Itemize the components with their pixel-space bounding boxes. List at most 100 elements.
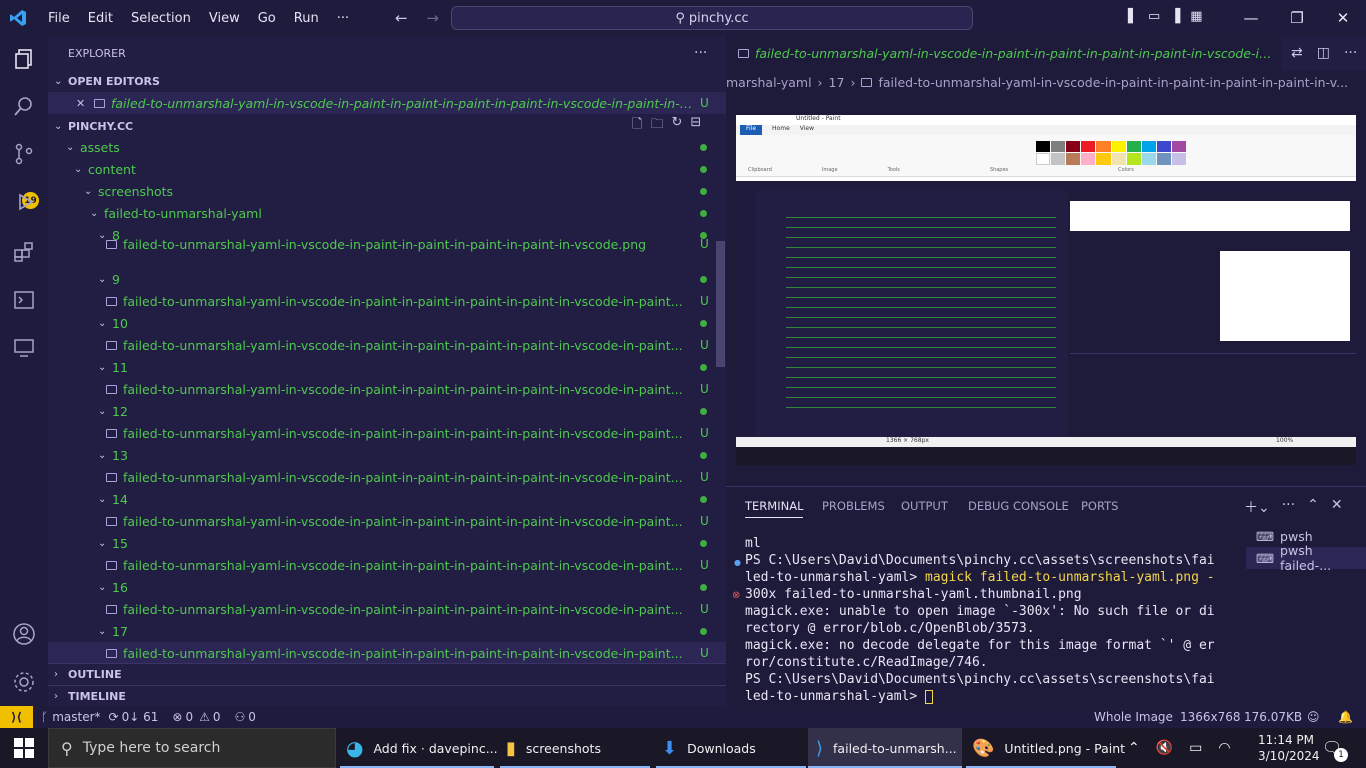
taskbar-app-screenshots[interactable]: ▮ screenshots — [506, 728, 601, 768]
extensions-icon[interactable] — [12, 240, 36, 264]
file-item[interactable]: failed-to-unmarshal-yaml-in-vscode-in-pa… — [48, 466, 726, 488]
menu-edit[interactable]: Edit — [88, 11, 113, 26]
warning-count[interactable]: 0 — [213, 710, 221, 724]
command-center-search[interactable]: ⚲ pinchy.cc — [451, 6, 973, 30]
settings-gear-icon[interactable] — [12, 670, 36, 694]
new-file-icon[interactable]: 🗋 — [632, 115, 642, 137]
warning-icon[interactable]: ⚠ — [199, 710, 210, 724]
source-control-icon[interactable] — [12, 142, 36, 166]
folder-assets[interactable]: ⌄ assets — [48, 136, 726, 158]
maximize-panel-icon[interactable]: ⌃ — [1307, 497, 1319, 517]
folder-9[interactable]: ⌄ 9 — [48, 268, 726, 290]
taskbar-app-paint[interactable]: 🎨 Untitled.png - Paint — [972, 728, 1125, 768]
toggle-panel-icon[interactable]: ▭ — [1148, 9, 1160, 24]
close-editor-icon[interactable]: ✕ — [76, 97, 94, 110]
new-folder-icon[interactable]: 🗀 — [650, 115, 663, 137]
back-arrow-icon[interactable]: ← — [395, 9, 408, 27]
taskbar-app-edge[interactable]: ◕ Add fix · davepinc... — [346, 728, 498, 768]
folder-15[interactable]: ⌄ 15 — [48, 532, 726, 554]
file-item[interactable]: failed-to-unmarshal-yaml-in-vscode-in-pa… — [48, 642, 726, 664]
minimize-button[interactable]: — — [1228, 0, 1274, 36]
battery-icon[interactable]: ▭ — [1189, 740, 1202, 756]
folder-failed-to-unmarshal-yaml[interactable]: ⌄ failed-to-unmarshal-yaml — [48, 202, 726, 224]
timeline-section[interactable]: › TIMELINE — [48, 685, 726, 707]
folder-13[interactable]: ⌄ 13 — [48, 444, 726, 466]
file-item[interactable]: failed-to-unmarshal-yaml-in-vscode-in-pa… — [48, 598, 726, 620]
zoom-mode[interactable]: Whole Image — [1094, 710, 1173, 724]
folder-screenshots[interactable]: ⌄ screenshots — [48, 180, 726, 202]
file-item[interactable]: failed-to-unmarshal-yaml-in-vscode-in-pa… — [48, 554, 726, 576]
tab-ports[interactable]: PORTS — [1081, 499, 1118, 513]
folder-17[interactable]: ⌄ 17 — [48, 620, 726, 642]
run-debug-icon[interactable] — [12, 190, 36, 214]
taskbar-app-downloads[interactable]: ⬇ Downloads — [662, 728, 756, 768]
menu-run[interactable]: Run — [294, 11, 319, 26]
file-item[interactable]: failed-to-unmarshal-yaml-in-vscode-in-pa… — [48, 422, 726, 444]
branch-name[interactable]: master* — [52, 710, 100, 724]
outline-section[interactable]: › OUTLINE — [48, 663, 726, 685]
file-item[interactable]: failed-to-unmarshal-yaml-in-vscode-in-pa… — [48, 290, 726, 312]
volume-muted-icon[interactable]: 🔇 — [1156, 740, 1173, 756]
terminal-instance-active[interactable]: ⌨ pwsh failed-... — [1246, 543, 1366, 573]
folder-14[interactable]: ⌄ 14 — [48, 488, 726, 510]
editor-more-icon[interactable]: ··· — [1344, 45, 1357, 61]
sync-icon[interactable]: ⟳ — [109, 710, 119, 724]
taskbar-search[interactable]: ⚲ Type here to search — [48, 728, 336, 768]
wifi-icon[interactable]: ◠ — [1218, 740, 1230, 756]
close-panel-icon[interactable]: ✕ — [1331, 497, 1343, 517]
ports-icon[interactable]: ⚇ — [234, 710, 245, 724]
menu-more[interactable]: ··· — [337, 11, 349, 26]
explorer-scrollbar[interactable] — [716, 241, 725, 367]
customize-layout-icon[interactable]: ▦ — [1190, 9, 1202, 24]
new-terminal-icon[interactable]: ＋⌄ — [1244, 497, 1270, 517]
breadcrumb-segment[interactable]: failed-to-unmarshal-yaml-in-vscode-in-pa… — [878, 75, 1348, 90]
file-item[interactable]: failed-to-unmarshal-yaml-in-vscode-in-pa… — [48, 378, 726, 400]
open-changes-icon[interactable]: ⇄ — [1291, 45, 1303, 61]
ports-count[interactable]: 0 — [248, 710, 256, 724]
folder-11[interactable]: ⌄ 11 — [48, 356, 726, 378]
show-hidden-icons-chevron-icon[interactable]: ⌃ — [1128, 740, 1140, 756]
terminal-output[interactable]: ml PS C:\Users\David\Documents\pinchy.cc… — [745, 535, 1227, 705]
menu-go[interactable]: Go — [258, 11, 276, 26]
menu-file[interactable]: File — [48, 11, 70, 26]
close-button[interactable]: ✕ — [1320, 0, 1366, 36]
breadcrumb-segment[interactable]: 17 — [829, 75, 845, 90]
folder-10[interactable]: ⌄ 10 — [48, 312, 726, 334]
start-button[interactable] — [14, 728, 34, 768]
refresh-icon[interactable]: ↻ — [671, 115, 682, 137]
toggle-secondary-sidebar-icon[interactable]: ▐ — [1170, 9, 1180, 24]
menu-selection[interactable]: Selection — [131, 11, 191, 26]
forward-arrow-icon[interactable]: → — [426, 9, 439, 27]
taskbar-clock[interactable]: 11:14 PM 3/10/2024 — [1258, 732, 1320, 764]
copilot-icon[interactable]: ☺ — [1307, 710, 1320, 724]
tab-terminal[interactable]: TERMINAL — [745, 499, 804, 518]
restore-button[interactable]: ❐ — [1274, 0, 1320, 36]
folder-content[interactable]: ⌄ content — [48, 158, 726, 180]
tab-output[interactable]: OUTPUT — [901, 499, 948, 513]
collapse-all-icon[interactable]: ⊟ — [690, 115, 701, 137]
panel-more-icon[interactable]: ··· — [1282, 497, 1295, 517]
search-icon[interactable] — [12, 94, 36, 118]
tab-problems[interactable]: PROBLEMS — [822, 499, 885, 513]
terminal-view-icon[interactable] — [12, 288, 36, 312]
open-editors-section[interactable]: ⌄ OPEN EDITORS — [48, 70, 726, 92]
taskbar-app-vscode[interactable]: ⟩ failed-to-unmarsh... — [808, 728, 962, 768]
file-item[interactable]: failed-to-unmarshal-yaml-in-vscode-in-pa… — [48, 334, 726, 356]
open-editor-item[interactable]: ✕ failed-to-unmarshal-yaml-in-vscode-in-… — [48, 92, 726, 114]
toggle-primary-sidebar-icon[interactable]: ▌ — [1128, 9, 1138, 24]
tab-debug-console[interactable]: DEBUG CONSOLE — [968, 499, 1069, 513]
project-section[interactable]: ⌄ PINCHY.CC 🗋 🗀 ↻ ⊟ — [48, 115, 726, 137]
file-item[interactable]: failed-to-unmarshal-yaml-in-vscode-in-pa… — [48, 510, 726, 532]
notifications-bell-icon[interactable]: 🔔 — [1338, 710, 1353, 724]
editor-tab[interactable]: failed-to-unmarshal-yaml-in-vscode-in-pa… — [726, 36, 1281, 71]
error-count[interactable]: 0 — [185, 710, 193, 724]
folder-16[interactable]: ⌄ 16 — [48, 576, 726, 598]
remote-indicator-icon[interactable]: ⟩⟨ — [0, 706, 33, 728]
sync-status[interactable]: 0↓ 61 — [122, 710, 159, 724]
accounts-icon[interactable] — [12, 622, 36, 646]
folder-12[interactable]: ⌄ 12 — [48, 400, 726, 422]
breadcrumb-segment[interactable]: marshal-yaml — [726, 75, 812, 90]
error-icon[interactable]: ⊗ — [172, 710, 182, 724]
explorer-icon[interactable] — [12, 47, 36, 71]
menu-view[interactable]: View — [209, 11, 240, 26]
